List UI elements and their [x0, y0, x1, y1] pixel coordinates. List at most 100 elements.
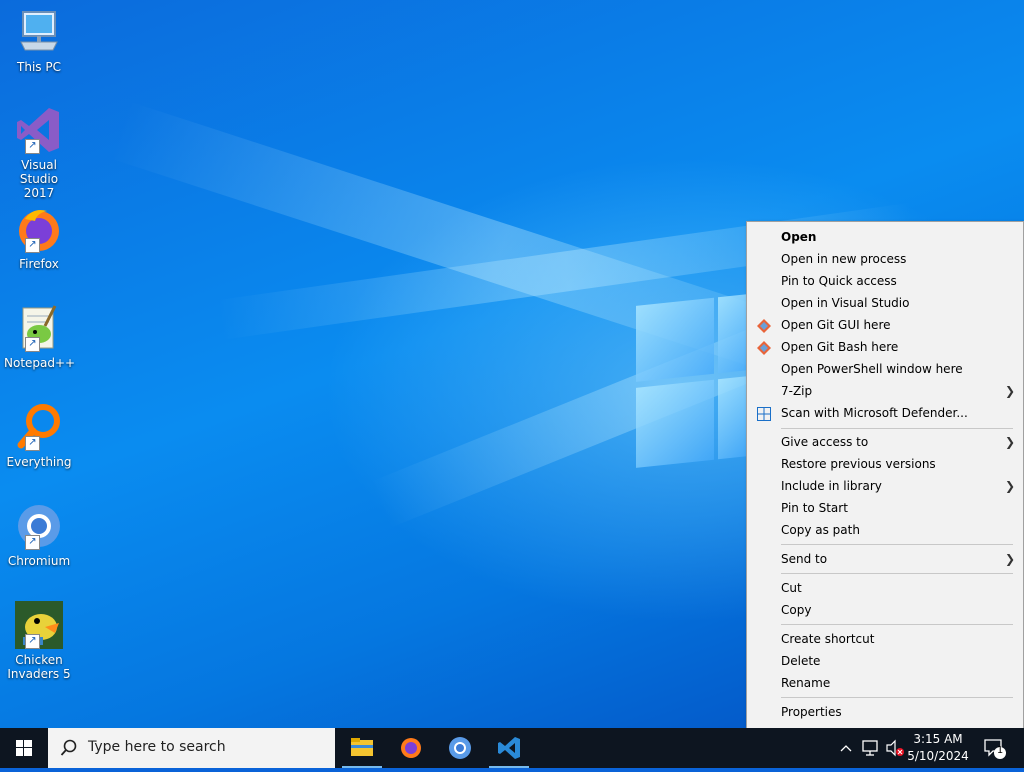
menu-item-label: Open in new process — [781, 252, 907, 266]
menu-item-open-powershell[interactable]: Open PowerShell window here — [747, 358, 1023, 380]
network-status[interactable] — [860, 728, 882, 768]
menu-item-properties[interactable]: Properties — [747, 701, 1023, 723]
clock-time: 3:15 AM — [913, 732, 963, 746]
everything-search-icon: ↗ — [15, 403, 63, 451]
menu-item-label: Pin to Start — [781, 501, 848, 515]
menu-item-send-to[interactable]: Send to ❯ — [747, 548, 1023, 570]
desktop-icon-firefox[interactable]: ↗ Firefox — [4, 205, 74, 271]
chevron-up-icon — [840, 745, 852, 752]
chromium-icon: ↗ — [15, 502, 63, 550]
windows-logo-wallpaper — [636, 294, 748, 472]
menu-item-label: 7-Zip — [781, 384, 813, 398]
menu-separator — [781, 624, 1013, 625]
menu-item-label: Open Git Bash here — [781, 340, 899, 354]
chevron-right-icon: ❯ — [1004, 552, 1015, 566]
git-gui-icon — [757, 318, 771, 333]
notification-icon — [984, 739, 1006, 759]
search-icon — [60, 739, 77, 756]
windows-logo-icon — [16, 740, 32, 756]
action-center-button[interactable]: 1 — [980, 728, 1010, 768]
volume-status[interactable] — [884, 728, 906, 768]
shortcut-arrow-icon: ↗ — [25, 139, 40, 154]
menu-item-restore-previous-versions[interactable]: Restore previous versions — [747, 453, 1023, 475]
menu-separator — [781, 428, 1013, 429]
menu-item-scan-with-defender[interactable]: Scan with Microsoft Defender... — [747, 402, 1023, 424]
desktop-icon-chicken-invaders-5[interactable]: ↗ Chicken Invaders 5 — [4, 601, 74, 681]
menu-item-pin-to-quick-access[interactable]: Pin to Quick access — [747, 270, 1023, 292]
firefox-icon — [401, 738, 421, 758]
notification-count-badge: 1 — [996, 745, 1004, 756]
menu-item-label: Rename — [781, 676, 831, 690]
menu-item-open-in-visual-studio[interactable]: Open in Visual Studio — [747, 292, 1023, 314]
desktop-icon-label: Chromium — [7, 554, 71, 568]
menu-item-open[interactable]: Open — [747, 226, 1023, 248]
menu-item-create-shortcut[interactable]: Create shortcut — [747, 628, 1023, 650]
menu-item-label: Open — [781, 230, 817, 244]
desktop-icon-this-pc[interactable]: This PC — [4, 8, 74, 74]
menu-item-open-in-new-process[interactable]: Open in new process — [747, 248, 1023, 270]
clock[interactable]: 3:15 AM 5/10/2024 — [906, 731, 970, 765]
chromium-icon — [449, 737, 471, 759]
chevron-right-icon: ❯ — [1004, 435, 1015, 449]
menu-item-label: Open PowerShell window here — [781, 362, 963, 376]
notepad-plus-plus-icon: ↗ — [15, 304, 63, 352]
menu-item-copy[interactable]: Copy — [747, 599, 1023, 621]
desktop-icon-label-line-2: 2017 — [23, 186, 55, 200]
show-hidden-icons-button[interactable] — [838, 728, 854, 768]
visual-studio-icon: ↗ — [15, 106, 63, 154]
chicken-invaders-icon: ↗ — [15, 601, 63, 649]
context-menu: Open Open in new process Pin to Quick ac… — [746, 221, 1024, 729]
menu-item-pin-to-start[interactable]: Pin to Start — [747, 497, 1023, 519]
menu-separator — [781, 573, 1013, 574]
menu-item-7-zip[interactable]: 7-Zip ❯ — [747, 380, 1023, 402]
volume-muted-icon — [886, 739, 904, 757]
shortcut-arrow-icon: ↗ — [25, 535, 40, 550]
desktop-icon-label: Notepad++ — [4, 356, 76, 370]
defender-icon — [757, 406, 771, 421]
menu-item-give-access-to[interactable]: Give access to ❯ — [747, 431, 1023, 453]
taskbar-chromium[interactable] — [436, 728, 484, 768]
menu-item-label: Copy — [781, 603, 812, 617]
git-bash-icon — [757, 340, 771, 355]
desktop-icon-label: Visual Studio — [19, 158, 59, 186]
taskbar-file-explorer[interactable] — [338, 728, 386, 768]
network-icon — [862, 740, 878, 756]
firefox-icon: ↗ — [15, 205, 63, 253]
search-box[interactable]: Type here to search — [48, 728, 335, 768]
taskbar: Type here to search 3:15 AM 5/10/2024 1 — [0, 728, 1024, 768]
shortcut-arrow-icon: ↗ — [25, 634, 40, 649]
shortcut-arrow-icon: ↗ — [25, 337, 40, 352]
menu-item-rename[interactable]: Rename — [747, 672, 1023, 694]
desktop-icon-label-line-2: Invaders 5 — [7, 667, 71, 681]
menu-item-label: Restore previous versions — [781, 457, 936, 471]
start-button[interactable] — [0, 728, 48, 768]
menu-item-label: Properties — [781, 705, 842, 719]
menu-item-label: Give access to — [781, 435, 869, 449]
menu-item-label: Cut — [781, 581, 802, 595]
menu-item-label: Open in Visual Studio — [781, 296, 910, 310]
menu-item-cut[interactable]: Cut — [747, 577, 1023, 599]
computer-icon — [15, 8, 63, 56]
desktop-icon-notepad-plus-plus[interactable]: ↗ Notepad++ — [4, 304, 76, 370]
menu-item-label: Create shortcut — [781, 632, 875, 646]
menu-item-label: Include in library — [781, 479, 882, 493]
shortcut-arrow-icon: ↗ — [25, 436, 40, 451]
taskbar-firefox[interactable] — [387, 728, 435, 768]
menu-item-delete[interactable]: Delete — [747, 650, 1023, 672]
shortcut-arrow-icon: ↗ — [25, 238, 40, 253]
menu-item-label: Send to — [781, 552, 828, 566]
menu-item-open-git-bash[interactable]: Open Git Bash here — [747, 336, 1023, 358]
file-explorer-icon — [351, 738, 373, 756]
menu-separator — [781, 544, 1013, 545]
menu-item-include-in-library[interactable]: Include in library ❯ — [747, 475, 1023, 497]
chevron-right-icon: ❯ — [1004, 384, 1015, 398]
chevron-right-icon: ❯ — [1004, 479, 1015, 493]
menu-item-open-git-gui[interactable]: Open Git GUI here — [747, 314, 1023, 336]
desktop-icon-label: Everything — [6, 455, 72, 469]
desktop-icon-visual-studio[interactable]: ↗ Visual Studio 2017 — [4, 106, 74, 200]
menu-item-label: Pin to Quick access — [781, 274, 897, 288]
taskbar-vscode[interactable] — [485, 728, 533, 768]
desktop-icon-everything[interactable]: ↗ Everything — [4, 403, 74, 469]
menu-item-copy-as-path[interactable]: Copy as path — [747, 519, 1023, 541]
desktop-icon-chromium[interactable]: ↗ Chromium — [4, 502, 74, 568]
